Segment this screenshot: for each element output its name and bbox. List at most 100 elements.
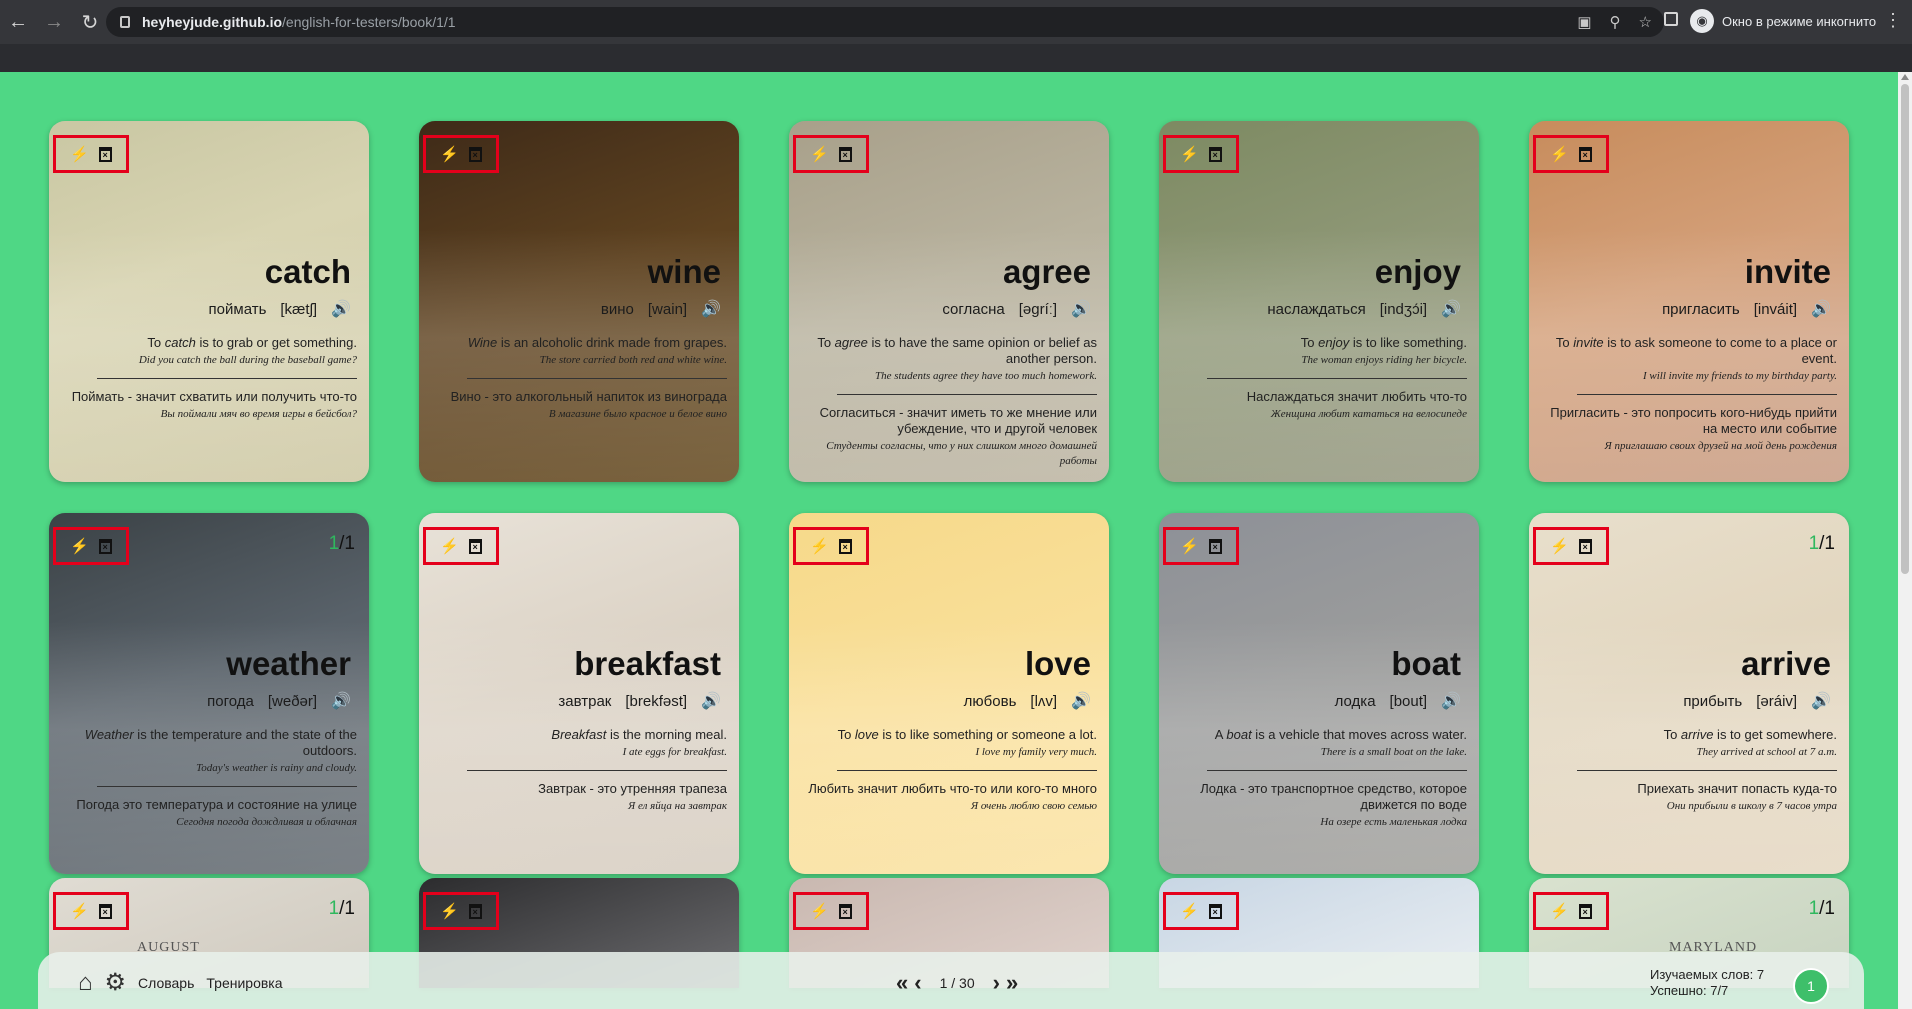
next-page-icon[interactable]: › [993, 970, 1000, 996]
progress-done: 1 [1808, 898, 1820, 919]
trash-icon[interactable]: × [1578, 146, 1592, 162]
card-example-ru: Они прибыли в школу в 7 часов утра [1666, 800, 1837, 812]
trash-icon[interactable]: × [98, 538, 112, 554]
card-meaning: To invite is to ask someone to come to a… [1547, 335, 1837, 367]
meaning-post: is to ask someone to come to a place or … [1603, 335, 1837, 366]
forward-icon[interactable]: → [36, 0, 72, 44]
trash-icon[interactable]: × [468, 903, 482, 919]
trash-icon[interactable]: × [838, 903, 852, 919]
trash-icon[interactable]: × [1208, 146, 1222, 162]
speaker-icon[interactable]: 🔊 [331, 691, 351, 711]
card-translation: лодка [1334, 692, 1376, 710]
lightning-icon[interactable]: ⚡ [70, 537, 89, 555]
trash-icon[interactable]: × [468, 538, 482, 554]
page-indicator: 1 / 30 [939, 975, 975, 991]
first-page-icon[interactable]: « [896, 970, 908, 996]
speaker-icon[interactable]: 🔊 [1071, 691, 1091, 711]
lightning-icon[interactable]: ⚡ [810, 902, 829, 920]
speaker-icon[interactable]: 🔊 [701, 691, 721, 711]
zoom-icon[interactable]: ⚲ [1610, 13, 1621, 31]
side-panel-icon[interactable] [1664, 12, 1678, 26]
prev-page-icon[interactable]: ‹ [914, 970, 921, 996]
card-meaning-ru: Приехать значит попасть куда-то [1637, 781, 1837, 796]
speaker-icon[interactable]: 🔊 [1441, 299, 1461, 319]
lightning-icon[interactable]: ⚡ [1180, 537, 1199, 555]
lightning-icon[interactable]: ⚡ [1550, 145, 1569, 163]
bookmark-star-icon[interactable]: ☆ [1639, 13, 1652, 31]
trash-icon[interactable]: × [468, 146, 482, 162]
scroll-up-icon[interactable] [1901, 74, 1909, 80]
address-bar[interactable]: heyheyjude.github.io/english-for-testers… [106, 7, 1664, 37]
word-card[interactable]: ⚡ × breakfast завтрак [brekfəst] 🔊 Breakfast i… [419, 513, 739, 874]
reload-icon[interactable]: ↻ [72, 0, 108, 44]
lightning-icon[interactable]: ⚡ [1180, 145, 1199, 163]
card-text: To catch is to grab or get something. Did… [67, 335, 357, 422]
card-example: The woman enjoys riding her bicycle. [1301, 354, 1467, 366]
lightning-icon[interactable]: ⚡ [1550, 537, 1569, 555]
lightning-icon[interactable]: ⚡ [440, 145, 459, 163]
lightning-icon[interactable]: ⚡ [440, 537, 459, 555]
word-card[interactable]: ⚡ × 1/1 arrive прибыть [əráiv] 🔊 To arrive is t… [1529, 513, 1849, 874]
scroll-thumb[interactable] [1901, 84, 1909, 574]
word-card[interactable]: ⚡ × wine вино [wain] 🔊 Wine is an alcoholic dr… [419, 121, 739, 482]
speaker-icon[interactable]: 🔊 [1811, 691, 1831, 711]
home-icon[interactable]: ⌂ [78, 969, 93, 997]
trash-icon[interactable]: × [1578, 538, 1592, 554]
card-text: To arrive is to get somewhere. They arriv… [1547, 727, 1837, 814]
incognito-indicator[interactable]: ◉ Окно в режиме инкогнито [1690, 9, 1876, 33]
trash-icon[interactable]: × [98, 903, 112, 919]
trash-icon[interactable]: × [1578, 903, 1592, 919]
word-card[interactable]: ⚡ × 1/1 weather погода [weðər] 🔊 Weather is the… [49, 513, 369, 874]
word-card[interactable]: ⚡ × catch поймать [kætʃ] 🔊 To catch is to grab… [49, 121, 369, 482]
lock-icon [120, 16, 130, 28]
trash-icon[interactable]: × [1208, 538, 1222, 554]
lightning-icon[interactable]: ⚡ [1550, 902, 1569, 920]
training-link[interactable]: Тренировка [206, 975, 282, 991]
dictionary-link[interactable]: Словарь [138, 975, 194, 991]
word-card[interactable]: ⚡ × invite пригласить [inváit] 🔊 To invite is … [1529, 121, 1849, 482]
card-example: The students agree they have too much ho… [875, 370, 1097, 382]
word-card[interactable]: ⚡ × boat лодка [bout] 🔊 A boat is a vehicle th… [1159, 513, 1479, 874]
lightning-icon[interactable]: ⚡ [810, 145, 829, 163]
meaning-post: is an alcoholic drink made from grapes. [497, 335, 727, 350]
level-badge[interactable]: 1 [1793, 968, 1829, 1004]
card-text: A boat is a vehicle that moves across wa… [1177, 727, 1467, 830]
card-meaning: A boat is a vehicle that moves across wa… [1177, 727, 1467, 743]
word-card[interactable]: ⚡ × agree согласна [əgríː] 🔊 To agree is to ha… [789, 121, 1109, 482]
speaker-icon[interactable]: 🔊 [1071, 299, 1091, 319]
speaker-icon[interactable]: 🔊 [1441, 691, 1461, 711]
card-word: catch [264, 253, 351, 290]
last-page-icon[interactable]: » [1006, 970, 1018, 996]
meaning-pre: To [147, 335, 165, 350]
speaker-icon[interactable]: 🔊 [331, 299, 351, 319]
speaker-icon[interactable]: 🔊 [701, 299, 721, 319]
menu-icon[interactable]: ⋮ [1884, 10, 1902, 31]
page-scrollbar[interactable] [1898, 72, 1912, 1009]
trash-icon[interactable]: × [1208, 903, 1222, 919]
speaker-icon[interactable]: 🔊 [1811, 299, 1831, 319]
bottom-toolbar: ⌂ ⚙ Словарь Тренировка « ‹ 1 / 30 › » Из… [38, 952, 1864, 1009]
card-word: wine [647, 253, 721, 290]
lightning-icon[interactable]: ⚡ [70, 145, 89, 163]
word-card[interactable]: ⚡ × love любовь [lʌv] 🔊 To love is to like som… [789, 513, 1109, 874]
lightning-icon[interactable]: ⚡ [70, 902, 89, 920]
card-transcription: [bout] [1389, 692, 1428, 710]
meaning-post: is to like something or someone a lot. [878, 727, 1097, 742]
lightning-icon[interactable]: ⚡ [1180, 902, 1199, 920]
lightning-icon[interactable]: ⚡ [440, 902, 459, 920]
translation-line: лодка [bout] 🔊 [1335, 691, 1461, 711]
trash-icon[interactable]: × [838, 538, 852, 554]
progress-total: 1 [1824, 898, 1835, 919]
translation-line: пригласить [inváit] 🔊 [1662, 299, 1831, 319]
translation-line: согласна [əgríː] 🔊 [942, 299, 1091, 319]
back-icon[interactable]: ← [0, 0, 36, 44]
word-card[interactable]: ⚡ × enjoy наслаждаться [indʒɔ́i] 🔊 To enjoy is… [1159, 121, 1479, 482]
translate-icon[interactable]: ▣ [1577, 13, 1591, 31]
card-progress: 1/1 [329, 533, 355, 555]
trash-icon[interactable]: × [98, 146, 112, 162]
lightning-icon[interactable]: ⚡ [810, 537, 829, 555]
card-transcription: [lʌv] [1030, 692, 1058, 710]
gear-icon[interactable]: ⚙ [105, 968, 127, 997]
trash-icon[interactable]: × [838, 146, 852, 162]
progress-done: 1 [1808, 533, 1820, 554]
